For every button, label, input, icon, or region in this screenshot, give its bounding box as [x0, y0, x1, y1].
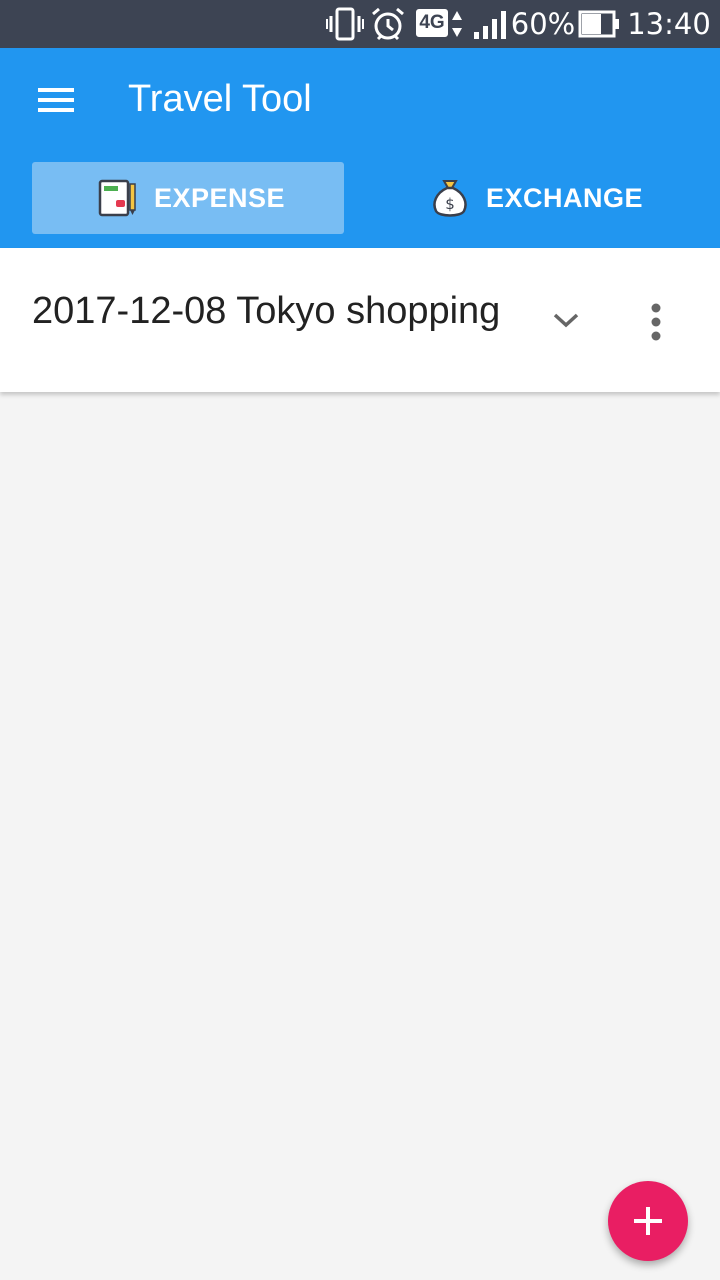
trip-selector[interactable]: 2017-12-08 Tokyo shopping	[32, 286, 500, 336]
trip-more-button[interactable]	[632, 298, 680, 346]
tab-expense-label: EXPENSE	[154, 183, 286, 213]
chevron-down-icon	[553, 313, 579, 328]
alarm-icon	[370, 0, 406, 48]
tab-expense[interactable]: EXPENSE	[32, 162, 344, 234]
network-4g-icon: 4G	[416, 0, 464, 48]
battery-icon	[578, 0, 620, 48]
signal-icon	[472, 0, 508, 48]
app-title: Travel Tool	[128, 78, 312, 120]
screen: 4G 60% 13:40 Travel Tool EXPENSE $ EXCHA…	[0, 0, 720, 1280]
plus-icon	[634, 1207, 662, 1235]
app-bar: Travel Tool EXPENSE $ EXCHANGE	[0, 48, 720, 248]
vibrate-icon	[326, 0, 364, 48]
tab-exchange[interactable]: $ EXCHANGE	[376, 162, 688, 234]
add-expense-button[interactable]	[608, 1181, 688, 1261]
expense-list	[0, 392, 720, 1280]
network-label: 4G	[419, 12, 445, 33]
hamburger-menu-icon	[38, 88, 74, 112]
battery-percent: 60%	[510, 0, 576, 48]
svg-text:$: $	[445, 195, 455, 213]
clock-text: 13:40	[627, 7, 711, 41]
trip-dropdown-button[interactable]	[546, 300, 586, 340]
status-bar: 4G 60% 13:40	[0, 0, 720, 48]
notebook-pencil-icon	[98, 179, 136, 217]
clock: 13:40	[627, 0, 711, 48]
money-bag-icon: $	[433, 180, 467, 217]
trip-selector-card: 2017-12-08 Tokyo shopping	[0, 248, 720, 392]
tab-exchange-label: EXCHANGE	[486, 183, 644, 213]
battery-percent-text: 60%	[510, 7, 576, 41]
menu-button[interactable]	[20, 76, 92, 124]
more-vert-icon	[651, 303, 661, 341]
